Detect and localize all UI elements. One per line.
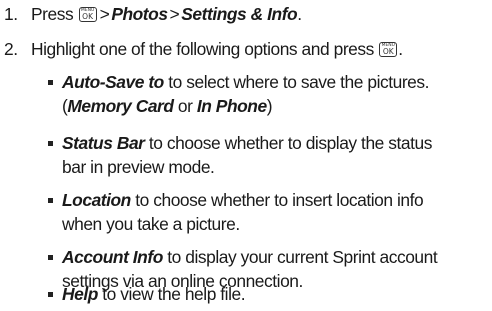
- option-line: Status Bar to choose whether to display …: [62, 131, 492, 155]
- option-line: (Memory Card or In Phone): [62, 94, 492, 118]
- step-end: .: [297, 4, 302, 24]
- path-separator: >: [169, 4, 180, 24]
- step-end: .: [398, 39, 403, 59]
- choice-memory-card: Memory Card: [67, 96, 174, 116]
- option-term: Location: [62, 190, 131, 210]
- menu-path-settings-info: Settings & Info: [181, 4, 298, 24]
- option-line: Location to choose whether to insert loc…: [62, 188, 492, 212]
- step-text: Press: [31, 4, 74, 24]
- step-1: 1. Press MENU OK > Photos > Settings & Info.: [0, 2, 302, 26]
- option-description: to view the help file.: [97, 284, 246, 304]
- choice-in-phone: In Phone: [196, 96, 267, 116]
- option-description: to choose whether to insert location inf…: [130, 190, 424, 210]
- key-label-bottom: OK: [82, 12, 93, 21]
- option-status-bar: Status Bar to choose whether to display …: [48, 131, 492, 179]
- option-line: bar in preview mode.: [62, 157, 215, 177]
- step-text: Highlight one of the following options a…: [31, 39, 374, 59]
- step-number: 2.: [4, 39, 18, 59]
- step-2: 2. Highlight one of the following options…: [0, 37, 403, 61]
- option-line: Account Info to display your current Spr…: [62, 245, 492, 269]
- bullet-square-icon: [48, 80, 53, 85]
- menu-path-photos: Photos: [111, 4, 168, 24]
- path-separator: >: [99, 4, 110, 24]
- option-line: Auto-Save to to select where to save the…: [62, 70, 492, 94]
- option-description: to display your current Sprint account: [162, 247, 438, 267]
- option-auto-save: Auto-Save to to select where to save the…: [48, 70, 492, 118]
- step-number: 1.: [4, 4, 18, 24]
- option-help: Help to view the help file.: [48, 282, 492, 306]
- option-location: Location to choose whether to insert loc…: [48, 188, 492, 236]
- option-term: Help: [62, 284, 98, 304]
- choice-or: or: [173, 96, 197, 116]
- bullet-square-icon: [48, 198, 53, 203]
- paren-close: ): [266, 96, 273, 116]
- option-term: Auto-Save to: [62, 72, 164, 92]
- menu-ok-key-icon: MENU OK: [379, 42, 398, 57]
- instruction-document: 1. Press MENU OK > Photos > Settings & Info. 2…: [0, 0, 492, 311]
- bullet-square-icon: [48, 141, 53, 146]
- option-term: Status Bar: [62, 133, 145, 153]
- option-line: when you take a picture.: [62, 214, 240, 234]
- key-label-bottom: OK: [382, 47, 394, 56]
- option-term: Account Info: [62, 247, 163, 267]
- bullet-square-icon: [48, 292, 53, 297]
- menu-ok-key-icon: MENU OK: [78, 7, 97, 22]
- bullet-square-icon: [48, 255, 53, 260]
- option-description: to choose whether to display the status: [144, 133, 433, 153]
- option-line: Help to view the help file.: [62, 282, 492, 306]
- option-description: to select where to save the pictures.: [163, 72, 430, 92]
